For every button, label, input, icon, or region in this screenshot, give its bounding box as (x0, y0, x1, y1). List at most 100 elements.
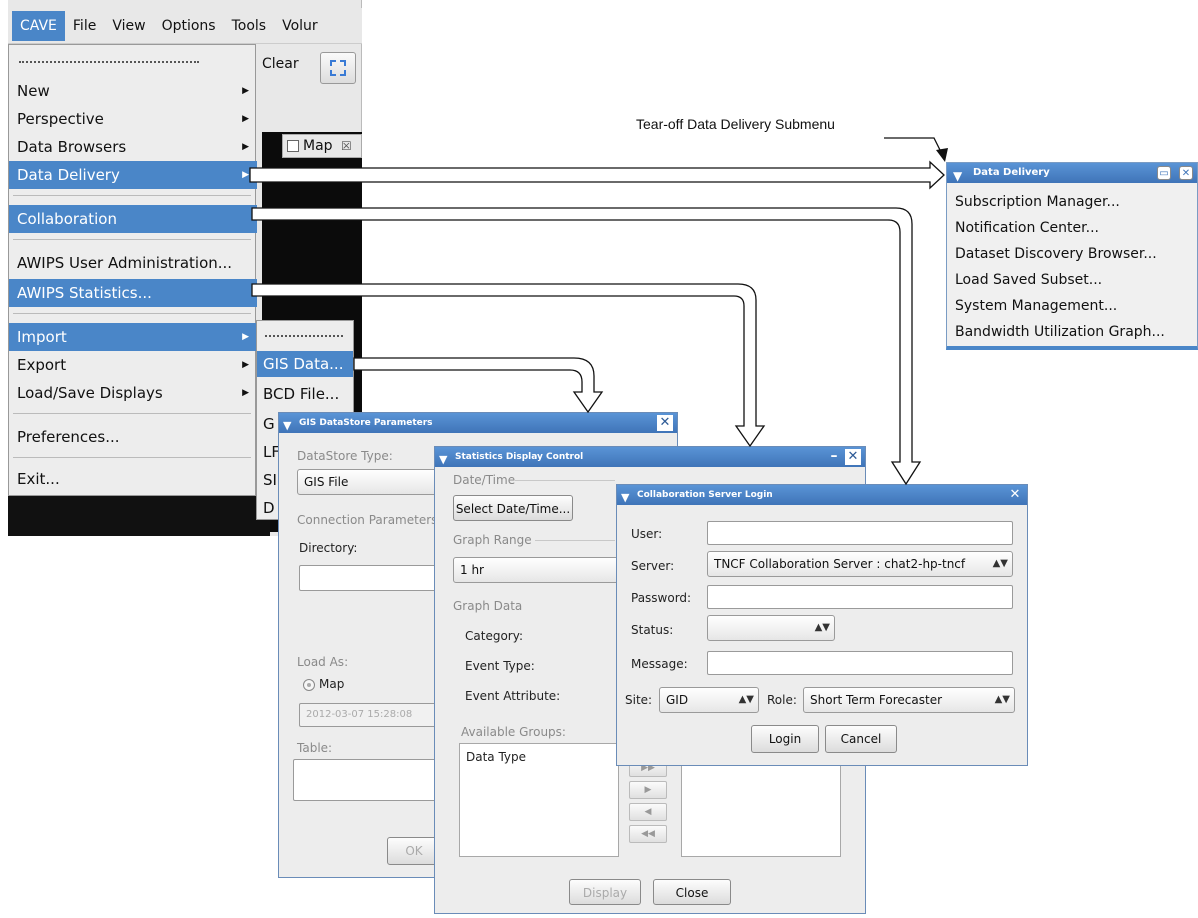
ok-button[interactable]: OK (387, 837, 441, 865)
menu-item-export[interactable]: Export ▶ (9, 351, 257, 379)
annotation-arrowhead (936, 148, 948, 162)
date-time-group-label: Date/Time (453, 473, 516, 487)
gis-dialog-titlebar[interactable]: ▼ GIS DataStore Parameters ✕ (279, 413, 677, 433)
menu-item-data-browsers[interactable]: Data Browsers ▶ (9, 133, 257, 161)
close-icon[interactable]: ✕ (1179, 166, 1193, 180)
role-select[interactable]: Short Term Forecaster ▲▼ (803, 687, 1015, 713)
table-label: Table: (297, 741, 333, 755)
available-groups-label: Available Groups: (461, 725, 566, 739)
menu-item-data-delivery[interactable]: Data Delivery ▶ (9, 161, 257, 189)
menu-file[interactable]: File (65, 11, 104, 41)
submenu-item-bcd-file[interactable]: BCD File... (257, 381, 353, 407)
gis-dialog-title: GIS DataStore Parameters (299, 418, 433, 428)
menu-item-awips-user-admin[interactable]: AWIPS User Administration... (9, 249, 257, 277)
menu-cave[interactable]: CAVE (12, 10, 65, 41)
chevron-down-icon[interactable]: ▼ (439, 450, 447, 470)
dd-item-subscription-manager[interactable]: Subscription Manager... (955, 189, 1120, 215)
map-radio[interactable] (303, 679, 315, 691)
server-label: Server: (631, 559, 675, 573)
dd-item-bandwidth-graph[interactable]: Bandwidth Utilization Graph... (955, 319, 1165, 345)
display-button[interactable]: Display (569, 879, 641, 905)
category-label: Category: (465, 629, 523, 643)
event-type-label: Event Type: (465, 659, 535, 673)
menubar: CAVE File View Options Tools Volur (8, 8, 362, 44)
graph-range-group-label: Graph Range (453, 533, 532, 547)
close-button[interactable]: Close (653, 879, 731, 905)
stats-dialog-title: Statistics Display Control (455, 452, 584, 462)
menu-item-perspective[interactable]: Perspective ▶ (9, 105, 257, 133)
menu-options[interactable]: Options (154, 11, 224, 41)
status-select[interactable]: ▲▼ (707, 615, 835, 641)
message-label: Message: (631, 657, 688, 671)
user-field[interactable] (707, 521, 1013, 545)
role-label: Role: (767, 693, 797, 707)
login-button[interactable]: Login (751, 725, 819, 753)
data-delivery-titlebar[interactable]: ▼ Data Delivery ▭ ✕ (947, 163, 1197, 183)
password-field[interactable] (707, 585, 1013, 609)
maximize-icon[interactable]: ▭ (1157, 166, 1171, 180)
move-right-button[interactable]: ▶ (629, 781, 667, 799)
collab-dialog-titlebar[interactable]: ▼ Collaboration Server Login ✕ (617, 485, 1027, 505)
move-left-button[interactable]: ◀ (629, 803, 667, 821)
menu-item-load-save-displays[interactable]: Load/Save Displays ▶ (9, 379, 257, 407)
site-select[interactable]: GID ▲▼ (659, 687, 759, 713)
cancel-button[interactable]: Cancel (825, 725, 897, 753)
close-icon[interactable]: ✕ (845, 449, 861, 465)
datastore-type-label: DataStore Type: (297, 449, 393, 463)
tear-off-line[interactable] (19, 61, 199, 63)
directory-label: Directory: (299, 541, 358, 555)
graph-range-select[interactable]: 1 hr (453, 557, 619, 583)
chevron-down-icon[interactable]: ▼ (283, 416, 291, 436)
cave-menu: New ▶ Perspective ▶ Data Browsers ▶ Data De… (8, 44, 257, 496)
role-value: Short Term Forecaster (810, 693, 943, 707)
menu-tools[interactable]: Tools (224, 11, 275, 41)
group-divider (515, 480, 615, 481)
move-all-left-button[interactable]: ◀◀ (629, 825, 667, 843)
table-field[interactable] (293, 759, 439, 801)
collaboration-login-dialog: ▼ Collaboration Server Login ✕ User: Ser… (616, 484, 1028, 766)
stats-dialog-titlebar[interactable]: ▼ Statistics Display Control – ✕ (435, 447, 865, 467)
tab-map[interactable]: Map ☒ (282, 134, 362, 158)
select-date-time-button[interactable]: Select Date/Time... (453, 495, 573, 521)
chevron-down-icon[interactable]: ▼ (621, 488, 629, 508)
directory-field[interactable] (299, 565, 439, 591)
close-icon[interactable]: ☒ (341, 139, 352, 153)
submenu-item-gis-data[interactable]: GIS Data... (257, 351, 353, 377)
data-delivery-window: ▼ Data Delivery ▭ ✕ Subscription Manager… (946, 162, 1198, 350)
dd-item-notification-center[interactable]: Notification Center... (955, 215, 1099, 241)
user-label: User: (631, 527, 663, 541)
list-item[interactable]: Data Type (466, 750, 526, 764)
menu-item-preferences[interactable]: Preferences... (9, 423, 257, 451)
load-as-label: Load As: (297, 655, 349, 669)
spinner-icon: ▲▼ (814, 622, 830, 633)
chevron-down-icon[interactable]: ▼ (953, 166, 962, 186)
status-label: Status: (631, 623, 674, 637)
dd-item-load-saved-subset[interactable]: Load Saved Subset... (955, 267, 1102, 293)
submenu-arrow-icon: ▶ (242, 170, 249, 180)
dd-item-dataset-discovery[interactable]: Dataset Discovery Browser... (955, 241, 1157, 267)
dd-item-system-management[interactable]: System Management... (955, 293, 1117, 319)
menu-item-new[interactable]: New ▶ (9, 77, 257, 105)
menu-item-awips-statistics[interactable]: AWIPS Statistics... (9, 279, 257, 307)
server-select[interactable]: TNCF Collaboration Server : chat2-hp-tnc… (707, 551, 1013, 577)
spinner-icon: ▲▼ (994, 694, 1010, 705)
menu-separator (13, 313, 251, 314)
menu-volume[interactable]: Volur (274, 11, 326, 41)
close-icon[interactable]: ✕ (657, 415, 673, 431)
clear-button[interactable]: Clear (262, 56, 299, 72)
minimize-icon[interactable]: – (827, 449, 841, 465)
menu-item-exit[interactable]: Exit... (9, 465, 257, 493)
datastore-type-select[interactable]: GIS File (297, 469, 437, 495)
message-field[interactable] (707, 651, 1013, 675)
server-value: TNCF Collaboration Server : chat2-hp-tnc… (714, 557, 966, 571)
menu-view[interactable]: View (104, 11, 153, 41)
menu-item-collaboration[interactable]: Collaboration (9, 205, 257, 233)
fullscreen-button[interactable] (320, 52, 356, 84)
close-icon[interactable]: ✕ (1007, 487, 1023, 503)
map-canvas-bottom (8, 496, 270, 536)
tear-off-line[interactable] (265, 335, 343, 337)
menu-item-import[interactable]: Import ▶ (9, 323, 257, 351)
available-groups-list[interactable]: Data Type (459, 743, 619, 857)
map-radio-label: Map (319, 677, 345, 691)
arrow-gis-data (353, 357, 604, 414)
